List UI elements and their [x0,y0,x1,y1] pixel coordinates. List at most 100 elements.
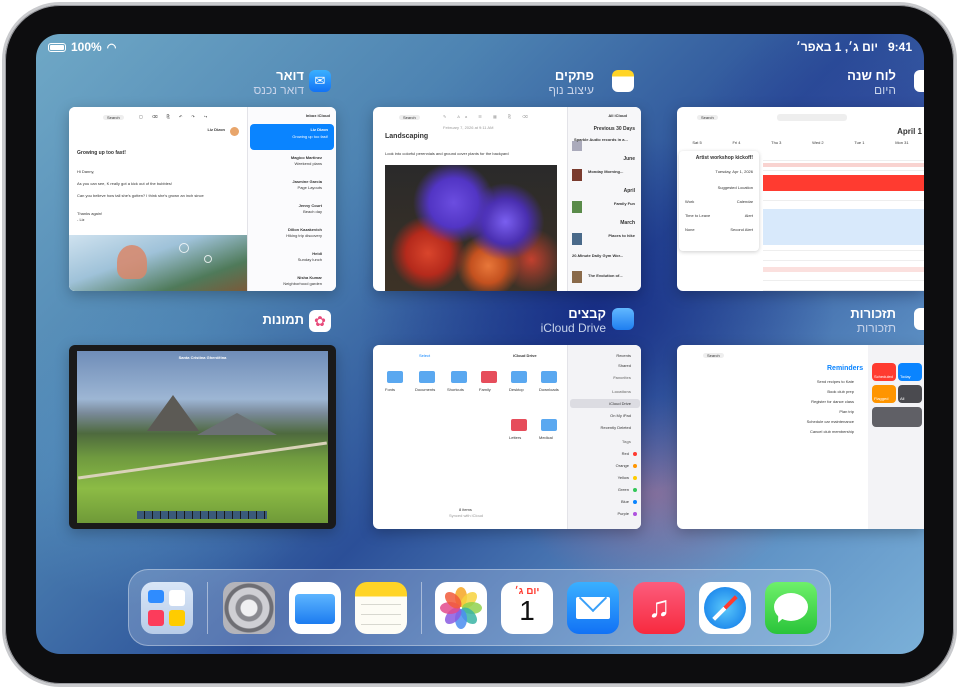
event-row-label[interactable]: None [685,227,695,232]
note-item-title[interactable]: 20-Minute Daily Gym Wor... [572,253,623,258]
files-icon[interactable] [289,582,341,634]
reminder-item[interactable]: Book club prep [827,389,854,394]
smart-list-scheduled[interactable]: Scheduled [872,363,896,381]
calendar-event-block[interactable] [763,267,924,272]
reminder-item[interactable]: Plan trip [839,409,854,414]
folder-icon[interactable] [481,371,497,383]
calendar-event-block[interactable] [763,175,924,191]
safari-icon[interactable] [699,582,751,634]
calendar-search-field[interactable]: Search [697,115,718,120]
view-segmented-control[interactable] [777,114,847,121]
sidebar-item-shared[interactable]: Shared [618,363,631,368]
reminders-window[interactable]: Search Reminders Send recipes to Kate Bo… [677,345,924,529]
note-item-title[interactable]: Monday Morning... [588,169,623,174]
notes-app-label[interactable]: פתקים עיצוב נוף [548,68,594,97]
note-item-title[interactable]: Family Fun [614,201,635,206]
notes-window[interactable]: Search ✎ Aa ☰ ▦ ⎘ ⌫ February 7, 2026 at … [373,107,641,291]
event-row-label[interactable]: Time to Leave [685,213,710,218]
list-item-from[interactable]: Nisha Kumar [297,275,322,280]
tag-blue[interactable]: Blue [621,499,629,504]
note-item-title[interactable]: The Evolution of... [588,273,623,278]
calendar-event-block[interactable] [763,209,924,245]
sidebar-item-recents[interactable]: Recents [616,353,631,358]
smart-list-flagged[interactable]: Flagged [872,385,896,403]
folder-name[interactable]: Shortcuts [447,387,464,392]
list-item-preview: Growing up too fast! [292,134,328,139]
folder-icon[interactable] [511,419,527,431]
folder-icon[interactable] [387,371,403,383]
mail-search-field[interactable]: Search [103,115,124,120]
note-flower-photo[interactable] [385,165,557,291]
folder-name[interactable]: Letters [509,435,521,440]
calendar-icon[interactable]: יום ג׳ 1 [501,582,553,634]
folder-name[interactable]: Fonts [385,387,395,392]
folder-icon[interactable] [419,371,435,383]
tag-red[interactable]: Red [622,451,629,456]
mail-toolbar-icons[interactable]: ▢ ⌫ ⎘ ↶ ↷ ↪ [139,114,211,119]
tag-purple[interactable]: Purple [617,511,629,516]
list-item-from[interactable]: Heidi [312,251,322,256]
photo-thumbnail-strip[interactable] [137,511,267,519]
music-icon[interactable]: ♫ [633,582,685,634]
select-button[interactable]: Select [419,353,430,358]
folder-name[interactable]: Documents [415,387,435,392]
mail-window[interactable]: Search ▢ ⌫ ⎘ ↶ ↷ ↪ Liz Dizon Growing up … [69,107,336,291]
tag-orange[interactable]: Orange [616,463,629,468]
note-item-title[interactable]: Places to hike [608,233,635,238]
tag-yellow[interactable]: Yellow [618,475,629,480]
calendar-app-label[interactable]: לוח שנה היום [847,68,896,97]
files-app-label[interactable]: קבצים iCloud Drive [541,306,606,335]
reminders-search-field[interactable]: Search [703,353,724,358]
folder-name[interactable]: Downloads [539,387,559,392]
tag-green[interactable]: Green [618,487,629,492]
sidebar-item-icloud-drive[interactable]: iCloud Drive [609,401,631,406]
mail-body-line: As you can see, K really got a kick out … [77,181,172,186]
photos-icon[interactable] [435,582,487,634]
reminder-item[interactable]: Schedule car maintenance [807,419,854,424]
smart-list-all[interactable]: All [898,385,922,403]
mail-app-label[interactable]: דואר דואר נכנס [253,68,304,97]
landscape-photo[interactable]: Santa Cristina Gherdëina [77,351,328,523]
notes-toolbar-icons[interactable]: ✎ Aa ☰ ▦ ⎘ ⌫ [443,114,533,119]
calendar-event-block[interactable] [763,163,924,167]
reminder-item[interactable]: Register for dance class [811,399,854,404]
list-item-from[interactable]: Jenny Court [299,203,322,208]
folder-name[interactable]: Desktop [509,387,524,392]
reminder-item[interactable]: Cancel club membership [810,429,854,434]
event-row-label[interactable]: Suggested Location [718,185,753,190]
folder-icon[interactable] [541,419,557,431]
photos-window[interactable]: Santa Cristina Gherdëina [69,345,336,529]
note-item-title[interactable]: Sparkle Audio records in a... [574,137,628,142]
folder-icon[interactable] [511,371,527,383]
event-row-label[interactable]: Work [685,199,694,204]
calendar-window[interactable]: Search April 1 Sat 5 Fri 4 Thu 3 Wed 2 T… [677,107,924,291]
app-library-icon[interactable] [141,582,193,634]
reminder-item[interactable]: Send recipes to Kate [817,379,854,384]
mail-subject: Growing up too fast! [77,150,126,156]
folder-name[interactable]: Family [479,387,491,392]
list-item-from[interactable]: Magico Martinez [291,155,322,160]
folder-icon[interactable] [541,371,557,383]
notes-icon[interactable] [355,582,407,634]
event-detail-popover[interactable]: Artist workshop kickoff! Tuesday, Apr 1,… [679,151,759,251]
mail-list-item-selected[interactable]: Liz Dizon Growing up too fast! [250,124,334,150]
reminders-app-label[interactable]: תזכורות תזכורות [850,306,896,335]
sidebar-item-on-my-ipad[interactable]: On My iPad [610,413,631,418]
folder-icon[interactable] [451,371,467,383]
list-item-from[interactable]: Jasmine Garcia [292,179,322,184]
battery-icon [48,42,66,52]
settings-icon[interactable] [223,582,275,634]
notes-search-field[interactable]: Search [399,115,420,120]
sidebar-item-recently-deleted[interactable]: Recently Deleted [601,425,631,430]
mail-photo-attachment[interactable] [69,235,247,291]
photos-app-label[interactable]: תמונות [262,312,304,327]
files-window[interactable]: Select iCloud Drive Fonts Documents Shor… [373,345,641,529]
messages-icon[interactable] [765,582,817,634]
app-name: פתקים [554,68,594,83]
folder-name[interactable]: Medical [539,435,553,440]
smart-list-today[interactable]: Today [898,363,922,381]
mail-icon[interactable] [567,582,619,634]
smart-list-completed[interactable] [872,407,922,427]
photos-app-icon: ✿ [309,310,331,332]
list-item-from[interactable]: Dillon Kazakevich [288,227,322,232]
